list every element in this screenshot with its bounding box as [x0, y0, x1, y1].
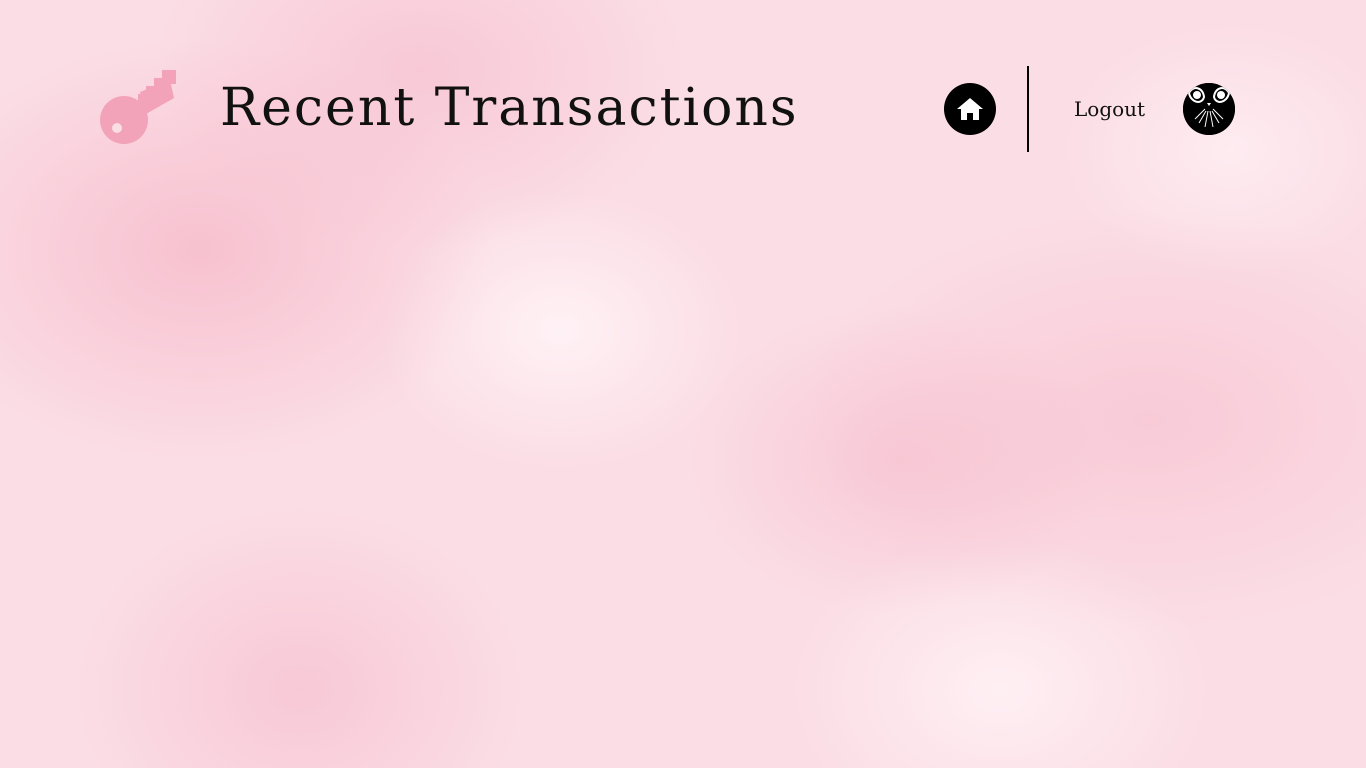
home-icon	[957, 98, 983, 120]
page-header: Recent Transactions Logout	[0, 0, 1366, 220]
key-icon	[100, 68, 178, 146]
cat-face-icon	[1183, 83, 1235, 135]
logout-link[interactable]: Logout	[1074, 94, 1145, 124]
page-title: Recent Transactions	[220, 78, 799, 138]
nav-divider	[1027, 66, 1029, 152]
home-button[interactable]	[944, 83, 996, 135]
avatar[interactable]	[1183, 83, 1235, 135]
